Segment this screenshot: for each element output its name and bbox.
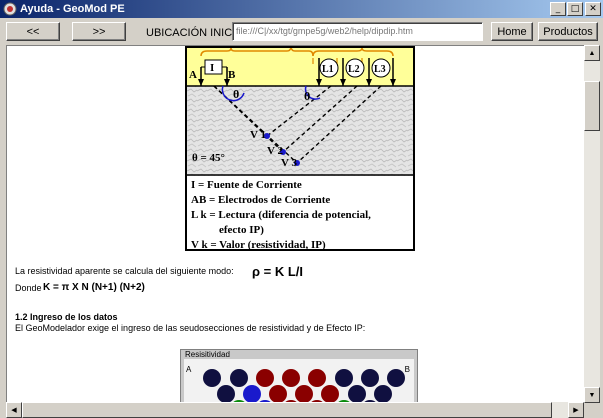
app-icon	[3, 2, 17, 16]
dipole-diagram-figure: I A B L1 L2 L3 θ θ V 1 V 2 V 3 θ = 45°	[187, 46, 413, 176]
source-label: I	[210, 62, 214, 74]
scroll-right-icon[interactable]: ▶	[568, 402, 584, 418]
electrode-a-label: A	[189, 69, 197, 81]
toolbar: << >> UBICACIÓN INICIAL: file:///C|/xx/t…	[0, 18, 603, 45]
legend-item: V k = Valor (resistividad, IP)	[191, 239, 326, 251]
vertical-scrollbar[interactable]: ▲ ▼	[584, 45, 600, 403]
board-title: Resisitividad	[185, 350, 230, 359]
dipole-diagram: I A B L1 L2 L3 θ θ V 1 V 2 V 3 θ = 45° I…	[185, 46, 415, 251]
svg-text:L2: L2	[348, 64, 360, 75]
forward-button[interactable]: >>	[72, 22, 126, 41]
title-bar: Ayuda - GeoMod PE _ □ ✕	[0, 0, 603, 18]
svg-text:L3: L3	[374, 64, 386, 75]
theta-label-right: θ	[304, 89, 310, 103]
window-title: Ayuda - GeoMod PE	[20, 3, 125, 15]
horizontal-scrollbar[interactable]: ◀ ▶	[6, 402, 584, 418]
minimize-icon[interactable]: _	[550, 2, 566, 16]
url-input[interactable]: file:///C|/xx/tgt/gmpe5g/web2/help/dipdi…	[232, 22, 483, 41]
maximize-icon[interactable]: □	[567, 2, 583, 16]
back-button[interactable]: <<	[6, 22, 60, 41]
section-title: 1.2 Ingreso de los datos	[15, 312, 118, 322]
k-formula: K = π X N (N+1) (N+2)	[43, 282, 145, 293]
vertical-scroll-thumb[interactable]	[584, 81, 600, 131]
legend-item: AB = Electrodos de Corriente	[191, 194, 331, 206]
help-content-pane[interactable]: I A B L1 L2 L3 θ θ V 1 V 2 V 3 θ = 45° I…	[6, 45, 589, 403]
diagram-legend: I = Fuente de Corriente AB = Electrodos …	[187, 176, 413, 255]
theta-label-left: θ	[233, 87, 239, 101]
svg-text:V 2: V 2	[267, 145, 283, 157]
home-button[interactable]: Home	[491, 22, 533, 41]
products-button[interactable]: Productos	[538, 22, 598, 41]
svg-text:V 3: V 3	[281, 157, 297, 169]
scroll-left-icon[interactable]: ◀	[6, 402, 22, 418]
resistivity-board-image: Resisitividad A B	[180, 349, 418, 402]
horizontal-scroll-thumb[interactable]	[22, 402, 552, 418]
scroll-up-icon[interactable]: ▲	[584, 45, 600, 61]
scroll-down-icon[interactable]: ▼	[584, 387, 600, 403]
rho-formula: ρ = K L/I	[252, 264, 304, 279]
legend-item: efecto IP)	[219, 224, 264, 236]
board-dots	[203, 369, 405, 402]
svg-text:L1: L1	[322, 64, 334, 75]
resistivity-text: La resistividad aparente se calcula del …	[15, 266, 234, 276]
close-icon[interactable]: ✕	[585, 2, 601, 16]
svg-text:V 1: V 1	[250, 129, 266, 141]
legend-item: I = Fuente de Corriente	[191, 179, 302, 191]
angle-label: θ = 45°	[192, 152, 225, 164]
legend-item: L k = Lectura (diferencia de potencial,	[191, 209, 371, 221]
section-text: El GeoModelador exige el ingreso de las …	[15, 323, 366, 333]
donde-label: Donde	[15, 283, 42, 293]
